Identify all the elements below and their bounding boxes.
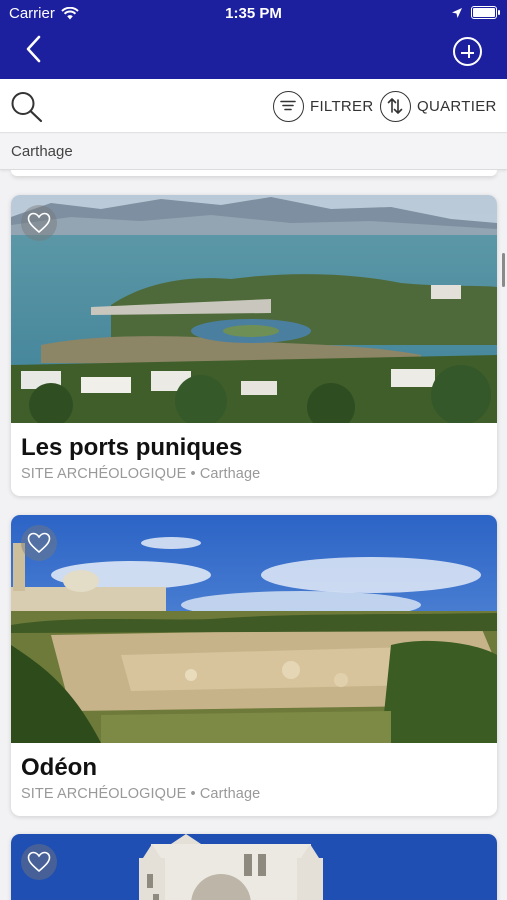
filter-icon — [273, 90, 304, 122]
place-photo — [11, 515, 497, 743]
place-card[interactable]: Odéon SITE ARCHÉOLOGIQUE • Carthage — [11, 515, 497, 816]
filter-label: FILTRER — [310, 97, 374, 115]
status-right-group — [451, 6, 500, 19]
place-photo — [11, 834, 497, 900]
meta-separator: • — [190, 786, 196, 802]
place-city: Carthage — [199, 786, 261, 802]
add-button[interactable] — [453, 37, 482, 66]
filter-button[interactable]: FILTRER — [273, 89, 374, 123]
scrollbar-thumb[interactable] — [502, 253, 505, 287]
previous-card-edge — [11, 170, 497, 176]
place-card[interactable]: Les ports puniques SITE ARCHÉOLOGIQUE • … — [11, 195, 497, 496]
battery-icon — [471, 6, 500, 19]
place-meta: SITE ARCHÉOLOGIQUE • Carthage — [11, 786, 497, 816]
place-card[interactable] — [11, 834, 497, 900]
meta-separator: • — [190, 466, 196, 482]
quarter-sort-button[interactable]: QUARTIER — [380, 89, 497, 123]
back-button[interactable] — [20, 33, 50, 65]
favorite-button[interactable] — [21, 844, 57, 880]
location-bar[interactable]: Carthage — [0, 134, 507, 170]
location-label: Carthage — [11, 143, 73, 160]
harbor-photo-image — [11, 195, 497, 423]
place-meta: SITE ARCHÉOLOGIQUE • Carthage — [11, 466, 497, 496]
heart-icon — [27, 212, 51, 234]
search-icon[interactable] — [10, 91, 44, 123]
status-bar: Carrier 1:35 PM — [0, 0, 507, 28]
place-title: Les ports puniques — [21, 434, 243, 461]
place-photo — [11, 195, 497, 423]
ruins-photo-image — [11, 515, 497, 743]
favorite-button[interactable] — [21, 525, 57, 561]
location-arrow-icon — [452, 7, 462, 18]
place-category: SITE ARCHÉOLOGIQUE — [21, 786, 187, 802]
heart-icon — [27, 851, 51, 873]
cathedral-photo-image — [11, 834, 497, 900]
search-toolbar: FILTRER QUARTIER — [0, 79, 507, 133]
heart-icon — [27, 532, 51, 554]
places-list[interactable]: Les ports puniques SITE ARCHÉOLOGIQUE • … — [0, 170, 507, 900]
favorite-button[interactable] — [21, 205, 57, 241]
place-title: Odéon — [21, 754, 97, 781]
place-category: SITE ARCHÉOLOGIQUE — [21, 466, 187, 482]
quarter-label: QUARTIER — [417, 97, 497, 115]
place-city: Carthage — [199, 466, 261, 482]
app-header: Carrier 1:35 PM — [0, 0, 507, 79]
sort-arrows-icon — [380, 90, 411, 122]
status-time: 1:35 PM — [225, 5, 282, 22]
